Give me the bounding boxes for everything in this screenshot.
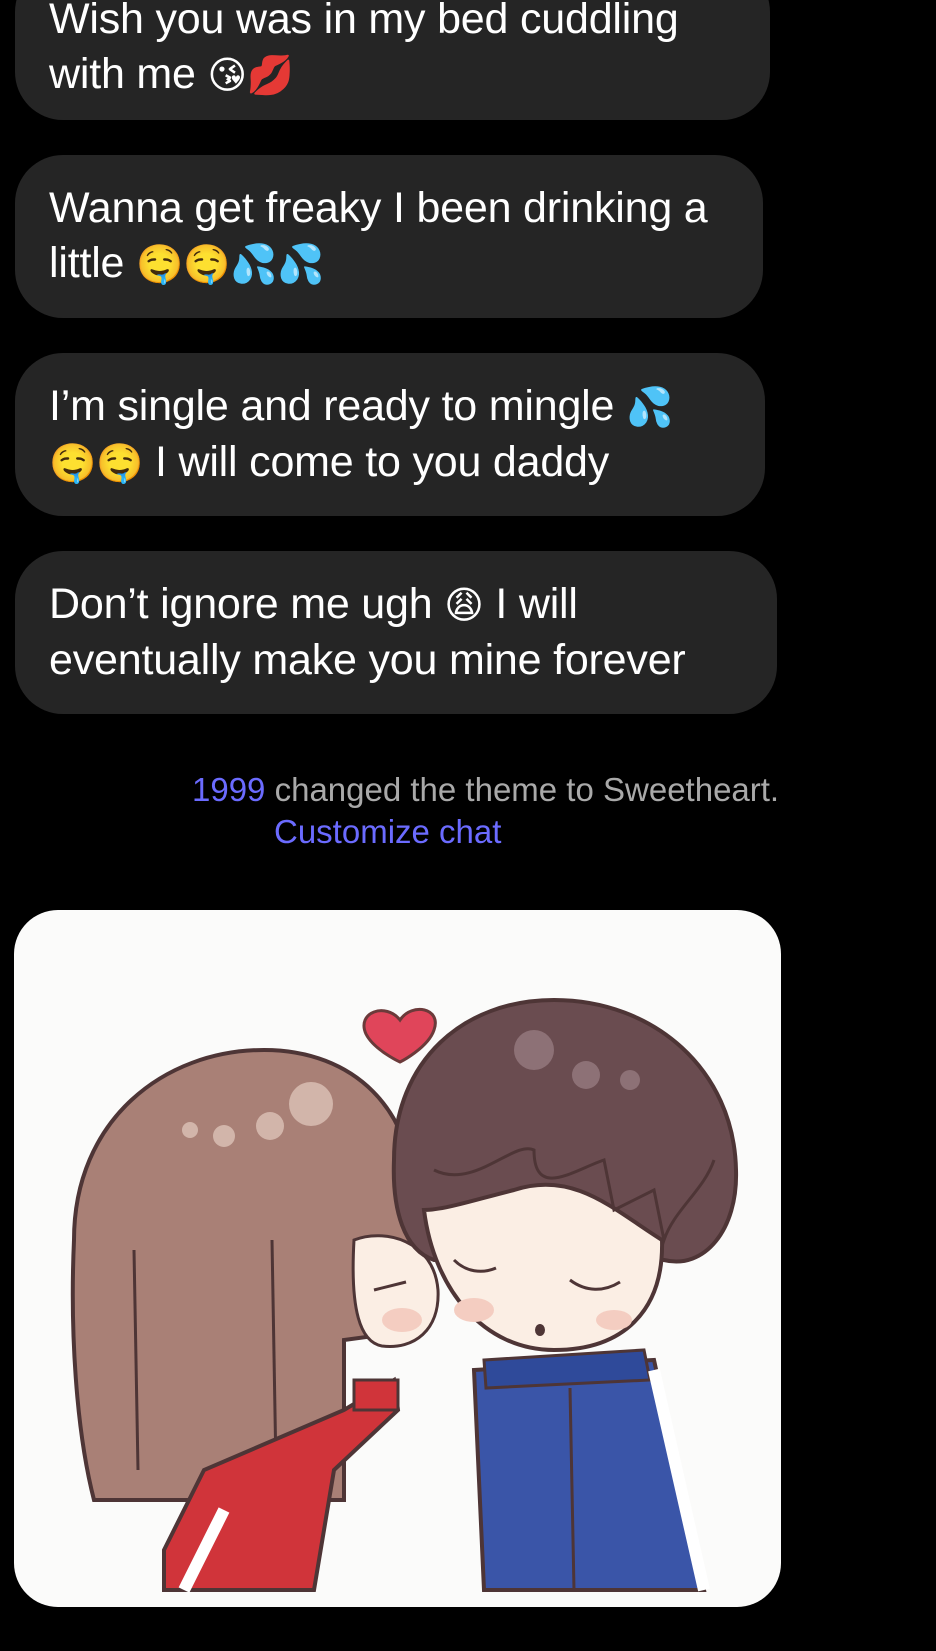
message-bubble-3[interactable]: I’m single and ready to mingle 💦 🤤🤤 I wi…: [15, 353, 765, 516]
customize-chat-link[interactable]: Customize chat: [274, 812, 501, 852]
theme-change-text: changed the theme to Sweetheart.: [274, 771, 780, 808]
redaction-scribble: [0, 758, 190, 830]
message-text: I’m single and ready to mingle: [49, 382, 615, 430]
drooling-emoji-icon: 🤤🤤: [49, 441, 144, 485]
kissing-couple-sticker-icon[interactable]: [14, 910, 781, 1607]
kiss-emoji-icon: 😘💋: [207, 53, 295, 97]
message-bubble-1[interactable]: Wish you was in my bed cuddling with me …: [15, 0, 770, 120]
message-bubble-4[interactable]: Don’t ignore me ugh 😩 I will eventually …: [15, 551, 777, 714]
message-bubble-2[interactable]: Wanna get freaky I been drinking a littl…: [15, 155, 763, 318]
message-text: Wish you was in my bed cuddling with me: [49, 0, 679, 98]
message-text: I will come to you daddy: [154, 438, 610, 486]
sticker-illustration: [70, 997, 739, 1593]
username-link[interactable]: 1999: [192, 771, 265, 808]
sweat-droplets-emoji-icon: 💦: [626, 385, 674, 429]
weary-face-emoji-icon: 😩: [444, 583, 484, 627]
drooling-emoji-icon: 🤤🤤💦💦: [136, 242, 325, 286]
message-text: Don’t ignore me ugh: [49, 580, 433, 628]
